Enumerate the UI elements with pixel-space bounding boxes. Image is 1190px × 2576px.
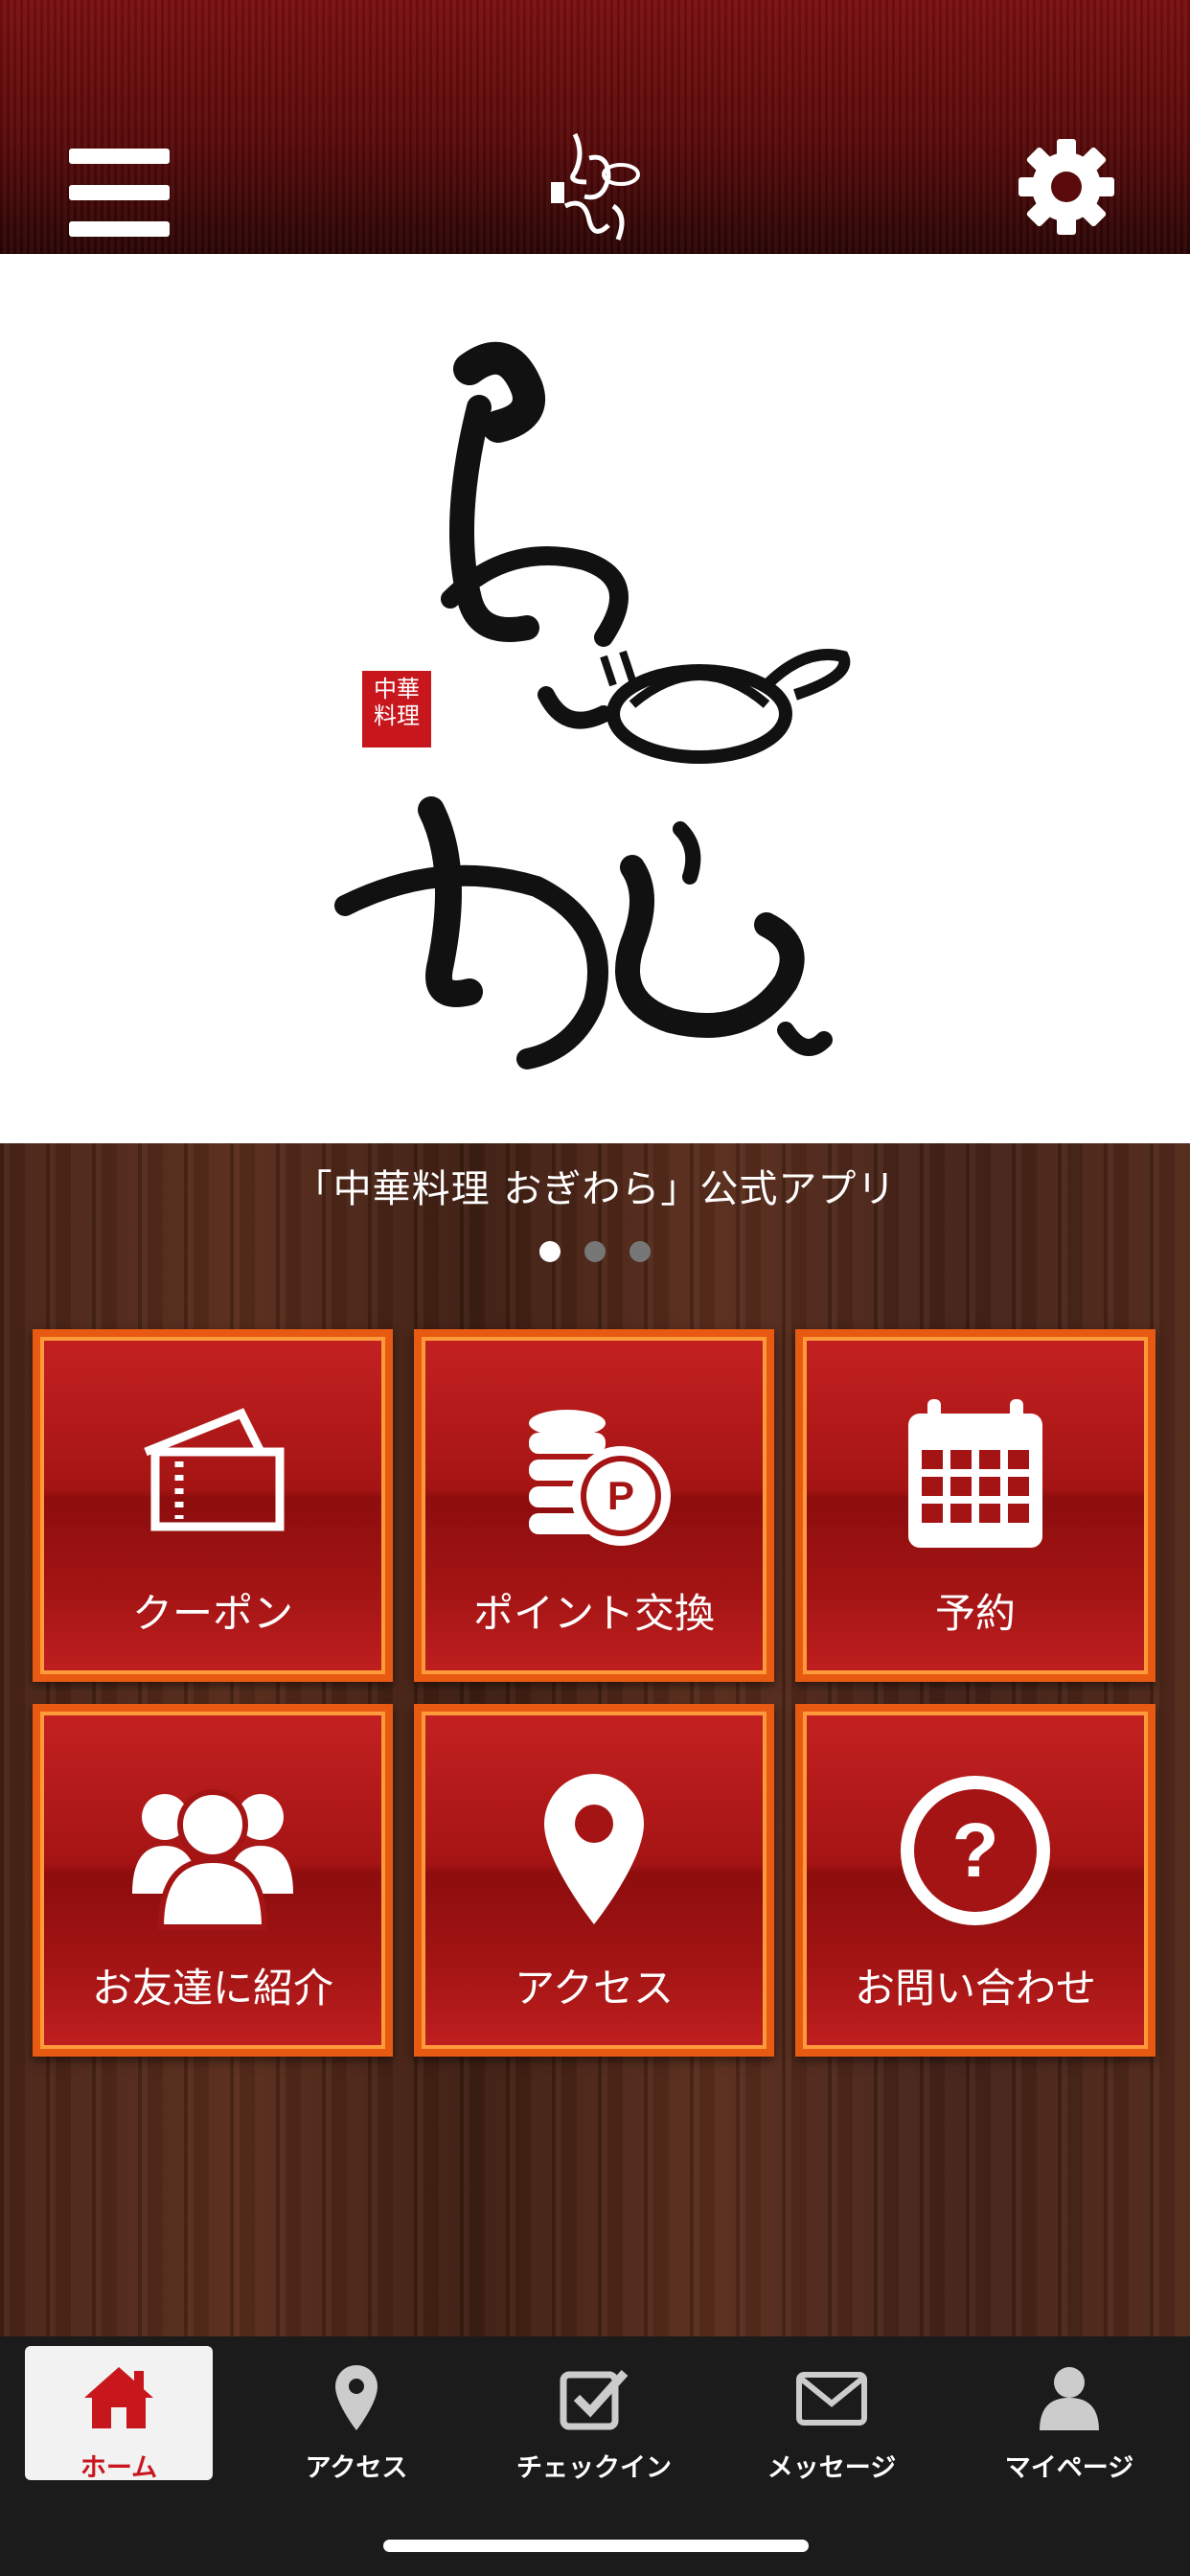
envelope-icon [738, 2363, 926, 2434]
contact-tile[interactable]: ? お問い合わせ [795, 1704, 1156, 2057]
carousel-dot-1[interactable] [538, 1241, 561, 1262]
tab-message[interactable]: メッセージ [738, 2346, 926, 2483]
coins-points-icon: P [422, 1394, 767, 1557]
tab-mypage[interactable]: マイページ [975, 2346, 1163, 2483]
hero-logo-area: 中華料理 [0, 254, 1190, 1143]
point-exchange-tile[interactable]: P ポイント交換 [414, 1329, 774, 1682]
group-users-icon [40, 1769, 385, 1932]
map-pin-icon [263, 2363, 450, 2434]
refer-friend-label: お友達に紹介 [91, 1965, 333, 2012]
carousel-indicator [0, 1241, 1190, 1266]
user-icon [975, 2363, 1163, 2434]
access-label: アクセス [515, 1965, 674, 2012]
access-tile[interactable]: アクセス [414, 1704, 774, 2057]
map-pin-icon [422, 1769, 767, 1932]
svg-text:?: ? [952, 1807, 999, 1893]
tab-home[interactable]: ホーム [25, 2346, 213, 2483]
reservation-label: 予約 [934, 1590, 1016, 1637]
tab-access-label: アクセス [305, 2453, 408, 2483]
tab-home-label: ホーム [80, 2453, 158, 2483]
ogiwara-header-logo [551, 132, 640, 241]
question-circle-icon: ? [803, 1769, 1148, 1932]
ticket-icon [40, 1394, 385, 1557]
tab-checkin[interactable]: チェックイン [500, 2346, 688, 2483]
tab-message-label: メッセージ [767, 2453, 897, 2483]
point-exchange-label: ポイント交換 [472, 1590, 715, 1637]
app-header [0, 0, 1190, 254]
calendar-icon [803, 1394, 1148, 1557]
carousel-dot-3[interactable] [629, 1241, 652, 1262]
carousel-dot-2[interactable] [584, 1241, 606, 1262]
refer-friend-tile[interactable]: お友達に紹介 [33, 1704, 393, 2057]
seal-text: 中華料理 [374, 676, 420, 729]
coupon-label: クーポン [131, 1590, 293, 1637]
svg-text:P: P [607, 1473, 634, 1518]
home-icon [25, 2363, 213, 2434]
app-caption: 「中華料理 おぎわら」公式アプリ [293, 1167, 897, 1211]
hamburger-menu-icon[interactable] [69, 149, 170, 237]
gear-icon[interactable] [1014, 134, 1119, 240]
tab-checkin-label: チェックイン [516, 2453, 672, 2483]
reservation-tile[interactable]: 予約 [795, 1329, 1156, 1682]
coupon-tile[interactable]: クーポン [33, 1329, 393, 1682]
tab-mypage-label: マイページ [1004, 2453, 1134, 2483]
contact-label: お問い合わせ [854, 1965, 1096, 2012]
home-indicator[interactable] [383, 2540, 809, 2552]
tab-access[interactable]: アクセス [263, 2346, 450, 2483]
checkin-icon [500, 2363, 688, 2434]
